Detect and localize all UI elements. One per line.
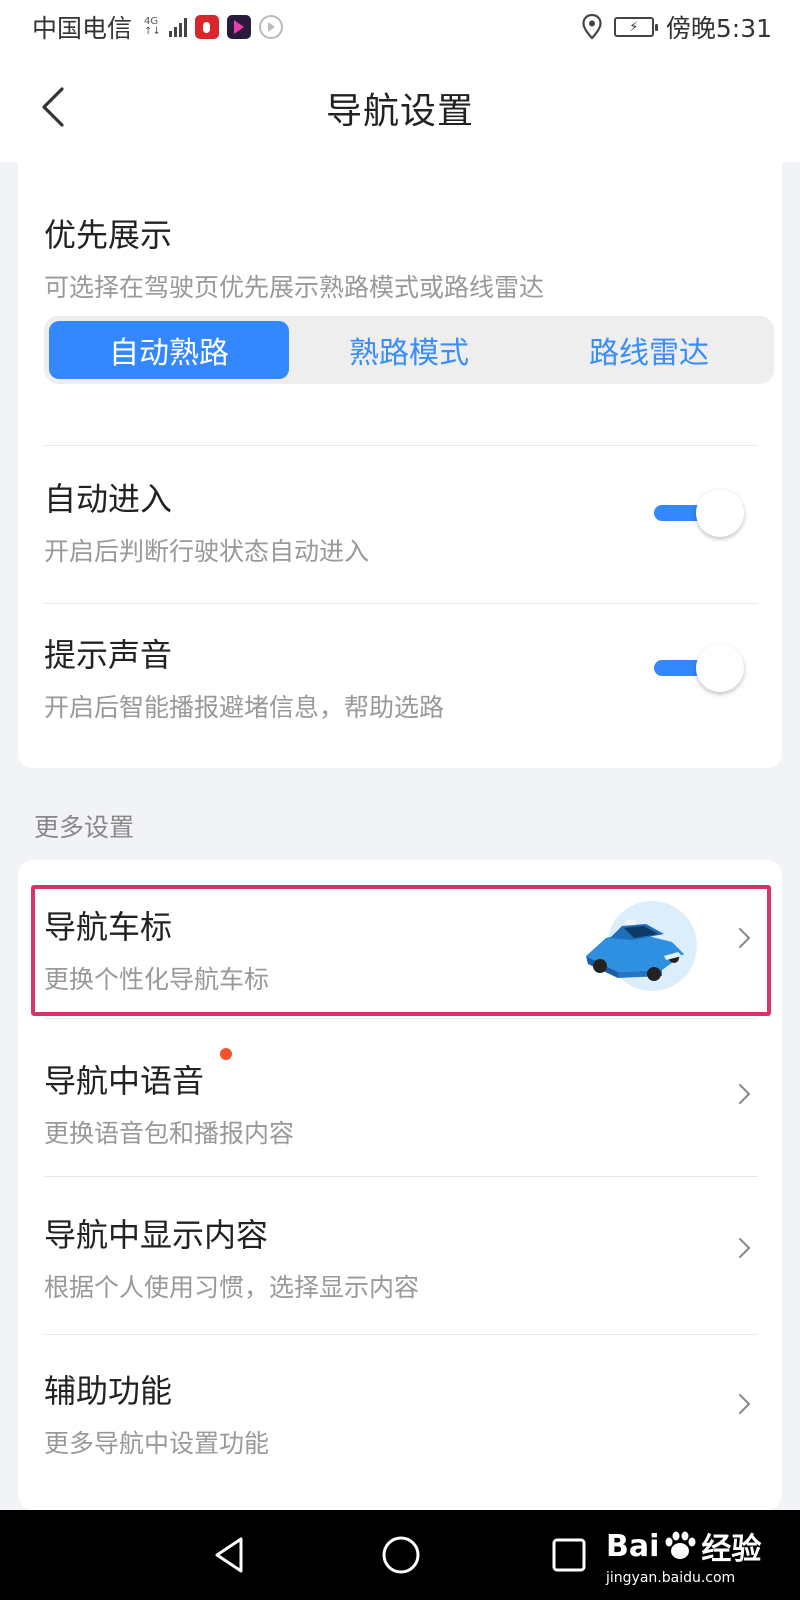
back-triangle-icon — [215, 1537, 243, 1573]
video-app-icon — [226, 15, 251, 39]
nav-recents-button[interactable] — [544, 1530, 594, 1580]
priority-subtitle: 可选择在驾驶页优先展示熟路模式或路线雷达 — [44, 273, 545, 302]
toggle-knob — [696, 489, 744, 537]
nav-home-button[interactable] — [376, 1530, 426, 1580]
chevron-right-icon — [739, 1084, 750, 1104]
priority-title: 优先展示 — [44, 216, 173, 254]
list-item-voice[interactable]: 导航中语音 更换语音包和播报内容 — [18, 1018, 782, 1176]
accessibility-title: 辅助功能 — [44, 1372, 173, 1410]
sound-toggle[interactable] — [652, 643, 744, 693]
status-left: 中国电信 4G ↑↓ — [32, 9, 283, 45]
watermark-logo: Bai 经验 — [606, 1528, 762, 1568]
page-title: 导航设置 — [325, 91, 474, 132]
network-type: 4G ↑↓ — [144, 16, 161, 37]
clock-time: 傍晚5:31 — [665, 14, 772, 43]
highlight-frame — [31, 885, 771, 1016]
more-settings-label: 更多设置 — [34, 813, 135, 842]
divider — [44, 603, 758, 604]
segment-route-radar[interactable]: 路线雷达 — [529, 321, 769, 379]
recents-square-icon — [552, 1538, 586, 1572]
status-right: ⚡ 傍晚5:31 — [582, 9, 772, 45]
recorder-app-icon — [194, 15, 219, 39]
navigation-options-card: 优先展示 可选择在驾驶页优先展示熟路模式或路线雷达 自动熟路 熟路模式 路线雷达… — [18, 162, 782, 768]
chevron-right-icon — [739, 1394, 750, 1414]
display-content-subtitle: 根据个人使用习惯，选择显示内容 — [44, 1273, 420, 1302]
list-item-display-content[interactable]: 导航中显示内容 根据个人使用习惯，选择显示内容 — [18, 1176, 782, 1334]
divider — [44, 445, 758, 446]
status-bar: 中国电信 4G ↑↓ ⚡ 傍晚5:31 — [0, 0, 800, 54]
carrier-name: 中国电信 — [32, 14, 133, 43]
priority-segmented-control: 自动熟路 熟路模式 路线雷达 — [44, 316, 774, 384]
back-button[interactable] — [28, 82, 78, 132]
toggle-knob — [696, 644, 744, 692]
sound-title: 提示声音 — [44, 636, 173, 674]
chevron-left-icon — [42, 87, 64, 127]
auto-enter-subtitle: 开启后判断行驶状态自动进入 — [44, 537, 370, 566]
nav-back-button[interactable] — [204, 1530, 254, 1580]
segment-familiar-mode[interactable]: 熟路模式 — [289, 321, 529, 379]
app-header: 导航设置 — [0, 54, 800, 162]
accessibility-subtitle: 更多导航中设置功能 — [44, 1429, 270, 1458]
watermark-url: jingyan.baidu.com — [606, 1570, 736, 1586]
baidu-jingyan-watermark: Bai 经验 jingyan.baidu.com — [606, 1524, 762, 1587]
battery-charging-icon: ⚡ — [613, 17, 658, 37]
play-circle-icon — [258, 15, 283, 39]
auto-enter-toggle[interactable] — [652, 488, 744, 538]
chevron-right-icon — [739, 1238, 750, 1258]
voice-title: 导航中语音 — [44, 1062, 205, 1100]
new-badge-dot — [220, 1048, 232, 1060]
signal-icon — [168, 17, 187, 37]
segment-auto-familiar[interactable]: 自动熟路 — [49, 321, 289, 379]
voice-subtitle: 更换语音包和播报内容 — [44, 1119, 295, 1148]
sound-subtitle: 开启后智能播报避堵信息，帮助选路 — [44, 693, 445, 722]
display-content-title: 导航中显示内容 — [44, 1216, 269, 1254]
paw-icon — [665, 1531, 696, 1559]
list-item-accessibility[interactable]: 辅助功能 更多导航中设置功能 — [18, 1334, 782, 1492]
system-nav-bar: Bai 经验 jingyan.baidu.com — [0, 1510, 800, 1600]
home-circle-icon — [382, 1536, 420, 1574]
auto-enter-title: 自动进入 — [44, 480, 173, 518]
location-icon — [582, 14, 602, 40]
